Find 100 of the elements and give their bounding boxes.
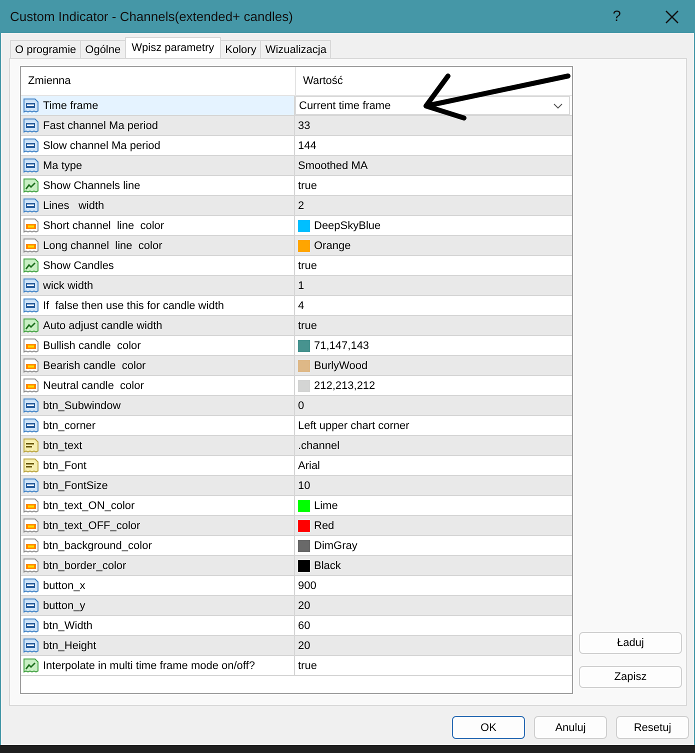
parameter-value: 20 <box>298 640 310 652</box>
value-dropdown[interactable]: Current time frame <box>295 96 570 115</box>
parameter-name: btn_Width <box>43 620 93 632</box>
tab[interactable]: Kolory <box>220 40 262 58</box>
dialog-button[interactable]: Anuluj <box>534 716 607 739</box>
parameter-name-cell[interactable]: btn_Width <box>21 616 295 635</box>
side-button[interactable]: Zapisz <box>579 666 682 688</box>
tab[interactable]: O programie <box>10 40 82 58</box>
parameter-name-cell[interactable]: wick width <box>21 276 295 295</box>
parameter-value: 144 <box>298 140 316 152</box>
parameter-name-cell[interactable]: btn_text <box>21 436 295 455</box>
parameter-value: 33 <box>298 120 310 132</box>
parameter-name-cell[interactable]: Interpolate in multi time frame mode on/off? <box>21 656 295 675</box>
column-header: Zmienna <box>21 67 296 95</box>
parameter-value: 60 <box>298 620 310 632</box>
parameter-name: btn_FontSize <box>43 480 108 492</box>
parameter-name: btn_Font <box>43 460 86 472</box>
parameter-name-cell[interactable]: Bearish candle color <box>21 356 295 375</box>
parameter-name-cell[interactable]: button_x <box>21 576 295 595</box>
tab[interactable]: Wpisz parametry <box>124 37 222 58</box>
parameter-name: Slow channel Ma period <box>43 140 160 152</box>
parameter-name-cell[interactable]: btn_Font <box>21 456 295 475</box>
parameter-value: 2 <box>298 200 304 212</box>
parameter-name-cell[interactable]: Neutral candle color <box>21 376 295 395</box>
parameter-value: Lime <box>314 500 338 512</box>
parameter-value: Smoothed MA <box>298 160 368 172</box>
parameter-name-cell[interactable]: Long channel line color <box>21 236 295 255</box>
parameter-value: 0 <box>298 400 304 412</box>
parameter-name: Long channel line color <box>43 240 162 252</box>
parameter-value: 1 <box>298 280 304 292</box>
parameter-name-cell[interactable]: Fast channel Ma period <box>21 116 295 135</box>
parameter-value: Red <box>314 520 334 532</box>
parameter-name: btn_Height <box>43 640 96 652</box>
parameter-name: btn_corner <box>43 420 96 432</box>
parameter-name-cell[interactable]: btn_background_color <box>21 536 295 555</box>
parameter-name-cell[interactable]: btn_border_color <box>21 556 295 575</box>
parameter-name-cell[interactable]: Slow channel Ma period <box>21 136 295 155</box>
parameter-name-cell[interactable]: Show Candles <box>21 256 295 275</box>
parameter-name: wick width <box>43 280 94 292</box>
parameter-name: btn_text_ON_color <box>43 500 135 512</box>
parameter-value: Left upper chart corner <box>298 420 410 432</box>
parameter-value: DeepSkyBlue <box>314 220 381 232</box>
parameter-name: Bearish candle color <box>43 360 146 372</box>
parameter-value: true <box>298 660 317 672</box>
dialog-button[interactable]: Resetuj <box>616 716 689 739</box>
parameter-name: Show Candles <box>43 260 114 272</box>
parameter-name: Auto adjust candle width <box>43 320 162 332</box>
parameter-name: btn_border_color <box>43 560 126 572</box>
parameter-name: btn_text_OFF_color <box>43 520 140 532</box>
parameter-name-cell[interactable]: If false then use this for candle width <box>21 296 295 315</box>
close-icon[interactable] <box>665 10 679 24</box>
parameter-value: true <box>298 260 317 272</box>
parameter-value: BurlyWood <box>314 360 368 372</box>
parameter-name: button_y <box>43 600 86 612</box>
parameter-name: Neutral candle color <box>43 380 144 392</box>
parameter-name: btn_Subwindow <box>43 400 121 412</box>
help-button[interactable]: ? <box>608 8 625 25</box>
parameter-name: Fast channel Ma period <box>43 120 158 132</box>
parameter-name-cell[interactable]: Lines width <box>21 196 295 215</box>
parameter-name-cell[interactable]: btn_text_ON_color <box>21 496 295 515</box>
column-header: Wartość <box>302 74 343 89</box>
caret-icon <box>553 102 563 108</box>
parameter-value: 20 <box>298 600 310 612</box>
parameter-name-cell[interactable]: button_y <box>21 596 295 615</box>
parameter-value: 71,147,143 <box>314 340 370 352</box>
parameter-name: Interpolate in multi time frame mode on/off? <box>43 660 255 672</box>
parameter-name: btn_background_color <box>43 540 152 552</box>
parameter-name: Time frame <box>43 100 98 112</box>
parameter-name-cell[interactable]: Bullish candle color <box>21 336 295 355</box>
parameter-name: If false then use this for candle width <box>43 300 224 312</box>
parameter-name: Short channel line color <box>43 220 164 232</box>
parameter-value: 900 <box>298 580 316 592</box>
parameter-name-cell[interactable]: Auto adjust candle width <box>21 316 295 335</box>
parameter-name-cell[interactable]: btn_text_OFF_color <box>21 516 295 535</box>
tab[interactable]: Ogólne <box>80 40 126 58</box>
parameter-name-cell[interactable]: btn_Subwindow <box>21 396 295 415</box>
parameter-value: true <box>298 180 317 192</box>
parameter-name-cell[interactable]: btn_Height <box>21 636 295 655</box>
parameter-name-cell[interactable]: Short channel line color <box>21 216 295 235</box>
parameter-name-cell[interactable]: btn_corner <box>21 416 295 435</box>
parameter-value: 10 <box>298 480 310 492</box>
side-button[interactable]: Ładuj <box>579 632 682 654</box>
parameter-name: Show Channels line <box>43 180 140 192</box>
parameter-name-cell[interactable]: Ma type <box>21 156 295 175</box>
parameter-name-cell[interactable]: btn_FontSize <box>21 476 295 495</box>
parameter-value: .channel <box>298 440 340 452</box>
parameter-name: button_x <box>43 580 86 592</box>
parameter-value: Arial <box>298 460 320 472</box>
parameter-name: Ma type <box>43 160 82 172</box>
parameter-value: DimGray <box>314 540 358 552</box>
parameter-name: btn_text <box>43 440 82 452</box>
parameter-name-cell[interactable]: Show Channels line <box>21 176 295 195</box>
parameter-value: 212,213,212 <box>314 380 376 392</box>
dialog-button[interactable]: OK <box>452 716 525 739</box>
parameter-name-cell[interactable]: Time frame <box>21 96 295 115</box>
parameter-value: Orange <box>314 240 351 252</box>
parameter-value: Black <box>314 560 341 572</box>
parameter-name: Bullish candle color <box>43 340 141 352</box>
parameter-name: Lines width <box>43 200 104 212</box>
tab[interactable]: Wizualizacja <box>260 40 332 58</box>
